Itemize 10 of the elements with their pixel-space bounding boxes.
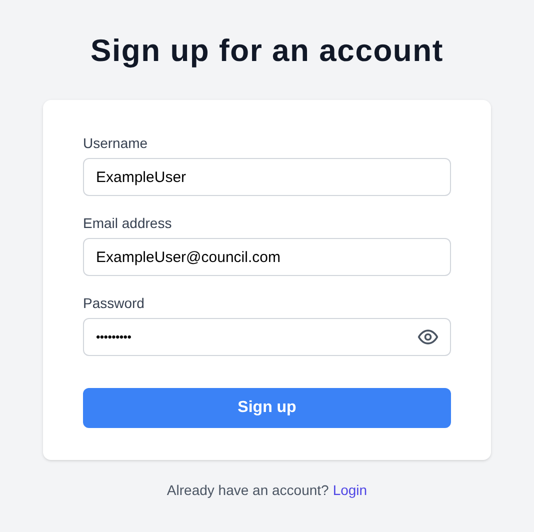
footer-text: Already have an account? (166, 481, 329, 500)
password-field[interactable]: ••••••••• (83, 318, 451, 356)
sign-up-button[interactable]: Sign up (83, 388, 451, 428)
login-link[interactable]: Login (332, 480, 368, 501)
field-label: Email address (83, 214, 173, 232)
input-field[interactable]: ExampleUser (83, 158, 451, 196)
page-title: Sign up for an account (90, 32, 444, 70)
input-field[interactable]: ExampleUser@council.com (83, 238, 451, 276)
field-label: Username (83, 134, 149, 152)
field-label: Password (83, 294, 146, 312)
